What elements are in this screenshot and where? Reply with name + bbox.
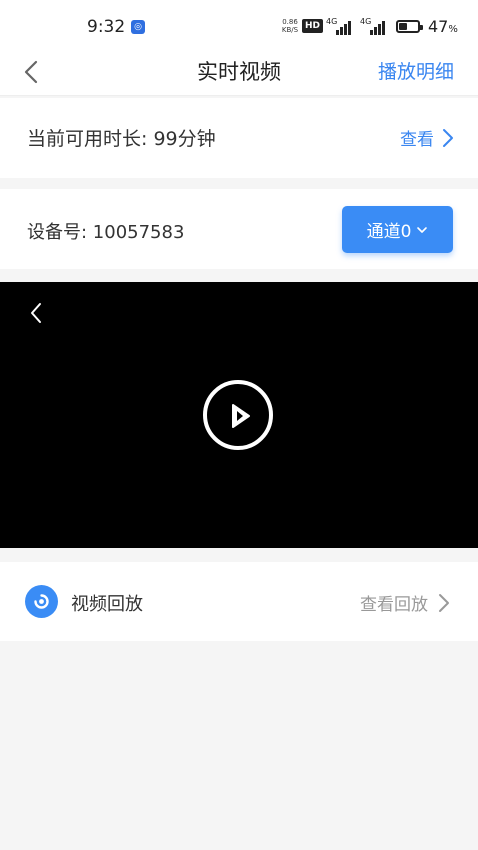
- top-nav-bar: 实时视频 播放明细: [0, 50, 478, 96]
- status-time: 9:32: [87, 17, 126, 37]
- video-playback-row[interactable]: 视频回放 查看回放: [0, 562, 478, 641]
- signal-icon-2: 4G: [360, 17, 390, 35]
- play-button[interactable]: [203, 380, 273, 450]
- app-notification-icon: ◎: [131, 20, 145, 34]
- view-link-label: 查看: [400, 130, 434, 150]
- player-back-button[interactable]: [24, 298, 48, 328]
- available-duration-label: 当前可用时长: 99分钟: [27, 128, 216, 150]
- channel-label: 通道0: [366, 222, 412, 242]
- chevron-left-icon: [31, 303, 41, 323]
- network-speed-value: 0.86: [282, 18, 298, 26]
- play-icon: [232, 404, 250, 428]
- chevron-right-icon: [443, 128, 453, 147]
- chevron-right-icon: [439, 593, 449, 612]
- hd-voice-icon: HD: [302, 19, 323, 33]
- device-card: 设备号: 10057583 通道0: [0, 189, 478, 269]
- view-playback-link[interactable]: 查看回放: [360, 590, 450, 615]
- channel-select-button[interactable]: 通道0: [342, 206, 453, 253]
- view-duration-link[interactable]: 查看: [400, 125, 454, 150]
- video-playback-label: 视频回放: [71, 594, 143, 615]
- signal-icon: 4G: [326, 17, 356, 35]
- network-speed: 0.86 KB/S: [280, 18, 300, 34]
- playback-icon: [25, 585, 58, 618]
- network-speed-unit: KB/S: [281, 26, 299, 34]
- device-number: 设备号: 10057583: [27, 222, 185, 243]
- duration-card: 当前可用时长: 99分钟 查看: [0, 98, 478, 178]
- signal-type-label: 4G: [326, 17, 338, 26]
- status-bar: 9:32 ◎ 0.86 KB/S HD 4G 4G 47%: [0, 0, 478, 50]
- view-playback-label: 查看回放: [360, 595, 428, 615]
- playback-detail-link[interactable]: 播放明细: [378, 57, 454, 84]
- chevron-down-icon: [417, 226, 428, 233]
- battery-fill: [399, 23, 408, 30]
- video-player[interactable]: [0, 282, 478, 548]
- battery-percent: 47%: [428, 17, 458, 36]
- battery-icon: [396, 20, 423, 33]
- signal-type-label-2: 4G: [360, 17, 372, 26]
